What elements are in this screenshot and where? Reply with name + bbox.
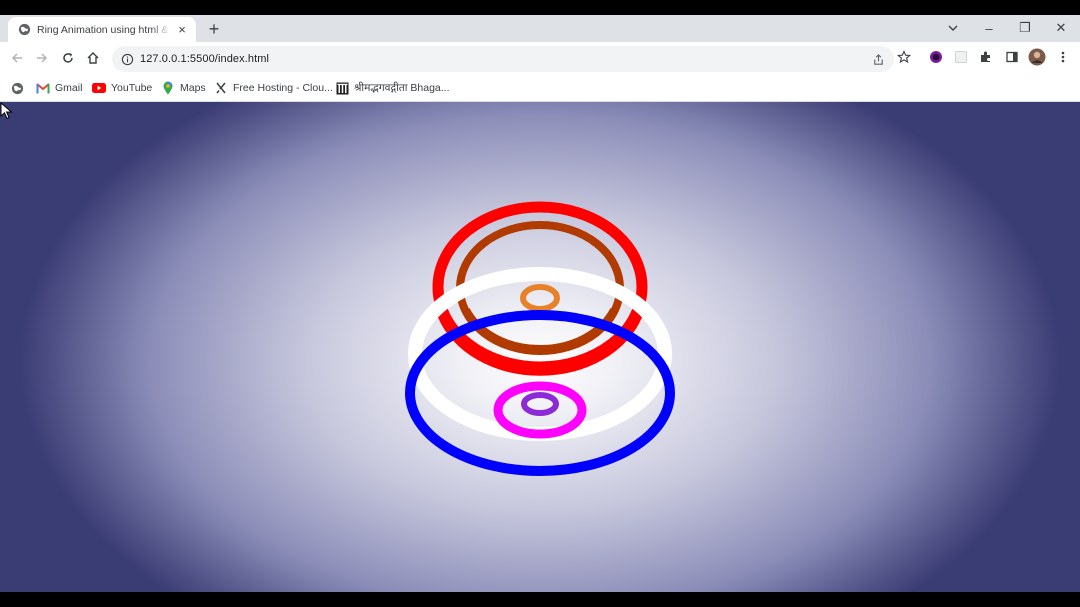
close-window-button[interactable]: ✕ [1046, 17, 1076, 39]
share-icon[interactable] [868, 49, 888, 69]
back-button[interactable] [6, 47, 28, 69]
gmail-icon [36, 81, 50, 95]
globe-icon [17, 23, 31, 37]
bookmark-free-hosting[interactable]: Free Hosting - Clou... [214, 79, 333, 97]
info-icon[interactable] [120, 52, 134, 66]
temple-icon [335, 81, 349, 95]
bookmark-star-icon[interactable] [894, 47, 914, 67]
top-letterbox [0, 0, 1080, 15]
side-panel-icon[interactable] [1002, 47, 1022, 67]
tab-strip: Ring Animation using html & css × + – ❐ … [0, 15, 1080, 42]
url-text: 127.0.0.1:5500/index.html [140, 53, 270, 65]
restore-button[interactable]: ❐ [1010, 17, 1040, 39]
youtube-icon [92, 81, 106, 95]
menu-icon[interactable] [1053, 47, 1073, 67]
extension-blank-icon[interactable] [951, 47, 971, 67]
address-bar[interactable]: 127.0.0.1:5500/index.html [112, 46, 894, 72]
profile-avatar[interactable] [1027, 47, 1047, 67]
bottom-letterbox [0, 592, 1080, 607]
bookmark-maps[interactable]: Maps [161, 79, 206, 97]
bookmark-youtube[interactable]: YouTube [92, 79, 152, 97]
browser-toolbar: 127.0.0.1:5500/index.html [0, 42, 1080, 75]
tab-search-icon[interactable] [938, 17, 968, 39]
tab-close-icon[interactable]: × [175, 22, 189, 37]
hosting-icon [214, 81, 228, 95]
bookmark-label: श्रीमद्भगवद्गीता Bhaga... [354, 82, 450, 94]
new-tab-button[interactable]: + [204, 19, 224, 39]
page-content [0, 102, 1080, 592]
bookmark-label: Free Hosting - Clou... [233, 82, 333, 94]
bookmarks-bar: Gmail YouTube Maps Free Hosting - Clou..… [0, 75, 1080, 102]
bookmark-gmail[interactable]: Gmail [36, 79, 82, 97]
extensions-puzzle-icon[interactable] [976, 47, 996, 67]
maps-icon [161, 81, 175, 95]
reload-button[interactable] [57, 47, 79, 69]
tab-title: Ring Animation using html & css [37, 23, 171, 36]
browser-tab[interactable]: Ring Animation using html & css × [8, 17, 196, 42]
globe-icon [10, 81, 24, 95]
bookmark-label: YouTube [111, 82, 153, 94]
purple-ring [521, 392, 559, 416]
extension-purple-icon[interactable] [926, 47, 946, 67]
ring-animation [405, 201, 675, 476]
bookmark-label: Maps [180, 82, 206, 94]
bookmark-label: Gmail [55, 82, 83, 94]
orange-ring [520, 284, 560, 312]
bookmark-apps[interactable] [10, 79, 29, 97]
home-button[interactable] [82, 47, 104, 69]
forward-button[interactable] [31, 47, 53, 69]
mouse-cursor-icon [0, 102, 13, 120]
bookmark-bhagavad-gita[interactable]: श्रीमद्भगवद्गीता Bhaga... [335, 79, 450, 97]
minimize-button[interactable]: – [974, 17, 1004, 39]
